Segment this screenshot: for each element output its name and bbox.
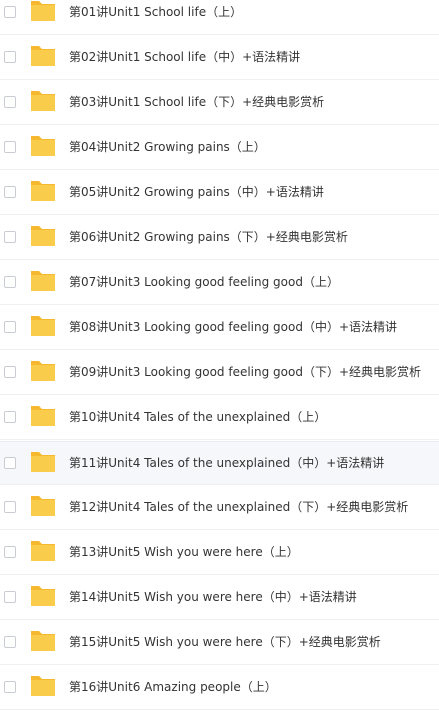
row-checkbox[interactable] <box>4 591 16 603</box>
row-checkbox[interactable] <box>4 321 16 333</box>
row-checkbox[interactable] <box>4 276 16 288</box>
list-item[interactable]: 第05讲Unit2 Growing pains（中）+语法精讲 <box>0 171 439 215</box>
row-checkbox[interactable] <box>4 636 16 648</box>
folder-icon <box>31 136 55 156</box>
list-item[interactable]: 第01讲Unit1 School life（上） <box>0 0 439 35</box>
folder-icon <box>31 226 55 246</box>
item-label[interactable]: 第06讲Unit2 Growing pains（下）+经典电影赏析 <box>69 229 348 245</box>
list-item[interactable]: 第12讲Unit4 Tales of the unexplained（下）+经典… <box>0 486 439 530</box>
list-item[interactable]: 第11讲Unit4 Tales of the unexplained（中）+语法… <box>0 441 439 485</box>
folder-icon <box>31 452 55 472</box>
list-item[interactable]: 第02讲Unit1 School life（中）+语法精讲 <box>0 36 439 80</box>
item-label[interactable]: 第14讲Unit5 Wish you were here（中）+语法精讲 <box>69 589 357 605</box>
list-item[interactable]: 第16讲Unit6 Amazing people（上） <box>0 666 439 710</box>
row-checkbox[interactable] <box>4 501 16 513</box>
folder-icon <box>31 541 55 561</box>
row-checkbox[interactable] <box>4 141 16 153</box>
item-label[interactable]: 第02讲Unit1 School life（中）+语法精讲 <box>69 49 300 65</box>
list-item[interactable]: 第14讲Unit5 Wish you were here（中）+语法精讲 <box>0 576 439 620</box>
item-label[interactable]: 第12讲Unit4 Tales of the unexplained（下）+经典… <box>69 499 408 515</box>
item-label[interactable]: 第13讲Unit5 Wish you were here（上） <box>69 544 299 560</box>
file-list: 第01讲Unit1 School life（上） 第02讲Unit1 Schoo… <box>0 0 439 712</box>
item-label[interactable]: 第03讲Unit1 School life（下）+经典电影赏析 <box>69 94 324 110</box>
row-checkbox[interactable] <box>4 411 16 423</box>
item-label[interactable]: 第04讲Unit2 Growing pains（上） <box>69 139 266 155</box>
row-checkbox[interactable] <box>4 366 16 378</box>
folder-icon <box>31 676 55 696</box>
list-item[interactable]: 第06讲Unit2 Growing pains（下）+经典电影赏析 <box>0 216 439 260</box>
item-label[interactable]: 第09讲Unit3 Looking good feeling good（下）+经… <box>69 364 421 380</box>
list-item[interactable]: 第15讲Unit5 Wish you were here（下）+经典电影赏析 <box>0 621 439 665</box>
list-item[interactable]: 第09讲Unit3 Looking good feeling good（下）+经… <box>0 351 439 395</box>
folder-icon <box>31 361 55 381</box>
item-label[interactable]: 第07讲Unit3 Looking good feeling good（上） <box>69 274 339 290</box>
folder-icon <box>31 271 55 291</box>
list-item[interactable]: 第07讲Unit3 Looking good feeling good（上） <box>0 261 439 305</box>
item-label[interactable]: 第16讲Unit6 Amazing people（上） <box>69 679 277 695</box>
folder-icon <box>31 586 55 606</box>
row-checkbox[interactable] <box>4 186 16 198</box>
folder-icon <box>31 406 55 426</box>
folder-icon <box>31 1 55 21</box>
row-checkbox[interactable] <box>4 546 16 558</box>
folder-icon <box>31 496 55 516</box>
row-checkbox[interactable] <box>4 681 16 693</box>
list-item[interactable]: 第04讲Unit2 Growing pains（上） <box>0 126 439 170</box>
list-item[interactable]: 第03讲Unit1 School life（下）+经典电影赏析 <box>0 81 439 125</box>
row-checkbox[interactable] <box>4 6 16 18</box>
list-item[interactable]: 第13讲Unit5 Wish you were here（上） <box>0 531 439 575</box>
row-checkbox[interactable] <box>4 457 16 469</box>
folder-icon <box>31 91 55 111</box>
folder-icon <box>31 46 55 66</box>
item-label[interactable]: 第08讲Unit3 Looking good feeling good（中）+语… <box>69 319 397 335</box>
row-checkbox[interactable] <box>4 51 16 63</box>
row-checkbox[interactable] <box>4 96 16 108</box>
folder-icon <box>31 181 55 201</box>
item-label[interactable]: 第11讲Unit4 Tales of the unexplained（中）+语法… <box>69 455 384 471</box>
list-item[interactable]: 第10讲Unit4 Tales of the unexplained（上） <box>0 396 439 440</box>
item-label[interactable]: 第05讲Unit2 Growing pains（中）+语法精讲 <box>69 184 324 200</box>
row-checkbox[interactable] <box>4 231 16 243</box>
item-label[interactable]: 第10讲Unit4 Tales of the unexplained（上） <box>69 409 326 425</box>
folder-icon <box>31 316 55 336</box>
item-label[interactable]: 第01讲Unit1 School life（上） <box>69 4 242 20</box>
item-label[interactable]: 第15讲Unit5 Wish you were here（下）+经典电影赏析 <box>69 634 381 650</box>
list-item[interactable]: 第08讲Unit3 Looking good feeling good（中）+语… <box>0 306 439 350</box>
folder-icon <box>31 631 55 651</box>
